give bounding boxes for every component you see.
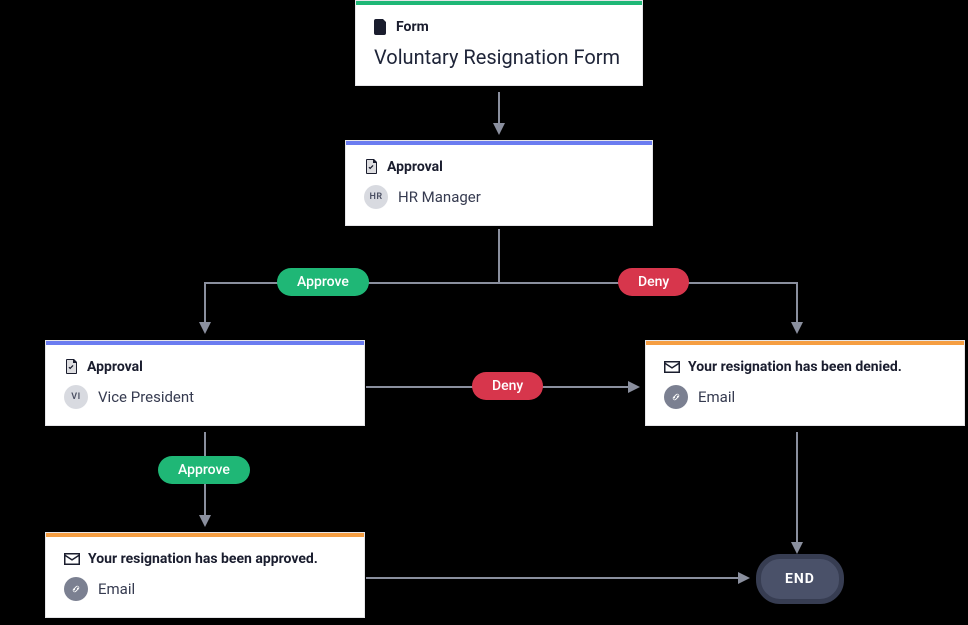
approver-name: Vice President [98,388,194,406]
link-icon [64,577,88,601]
node-type-label: Approval [87,359,143,375]
pill-deny-1[interactable]: Deny [618,268,689,296]
mail-icon [664,361,680,373]
channel-label: Email [698,388,735,406]
node-approved-email[interactable]: Your resignation has been approved. Emai… [45,532,365,618]
pill-deny-2[interactable]: Deny [472,372,543,400]
avatar: HR [364,185,388,209]
node-form[interactable]: Form Voluntary Resignation Form [355,0,643,86]
document-icon [374,19,388,35]
mail-icon [64,553,80,565]
link-icon [664,385,688,409]
pill-approve-2[interactable]: Approve [158,456,250,484]
approval-icon [364,159,379,175]
avatar: VI [64,385,88,409]
approver-name: HR Manager [398,188,481,206]
node-title: Voluntary Resignation Form [374,45,624,69]
node-end: END [756,554,844,604]
node-approval-hr[interactable]: Approval HR HR Manager [345,140,653,226]
node-approval-vp[interactable]: Approval VI Vice President [45,340,365,426]
node-title: Your resignation has been denied. [688,359,902,375]
node-denied-email[interactable]: Your resignation has been denied. Email [645,340,965,426]
node-type-label: Form [396,19,429,35]
node-title: Your resignation has been approved. [88,551,318,567]
approval-icon [64,359,79,375]
node-type-label: Approval [387,159,443,175]
pill-approve-1[interactable]: Approve [277,268,369,296]
channel-label: Email [98,580,135,598]
